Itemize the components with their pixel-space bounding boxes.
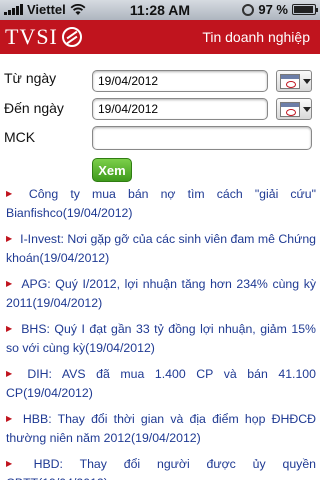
news-item[interactable]: ▶ I-Invest: Nơi gặp gỡ của các sinh viên … [6, 229, 316, 268]
view-button[interactable]: Xem [92, 158, 132, 182]
calendar-icon [280, 101, 300, 117]
rotation-lock-icon [242, 3, 255, 16]
from-date-label: Từ ngày [4, 70, 57, 86]
news-item[interactable]: ▶ Công ty mua bán nợ tìm cách "giải cứu" … [6, 184, 316, 223]
from-date-calendar-button[interactable] [276, 70, 312, 92]
logo[interactable]: TVSI [0, 20, 92, 54]
news-item[interactable]: ▶ HBB: Thay đổi thời gian và địa điểm họp… [6, 409, 316, 448]
bullet-icon: ▶ [6, 189, 21, 198]
calendar-icon [280, 73, 300, 89]
logo-text: TVSI [5, 24, 58, 49]
news-item-text: BHS: Quý I đạt gần 33 tỷ đồng lợi nhuận,… [6, 322, 316, 355]
mck-label: MCK [4, 129, 36, 145]
bullet-icon: ▶ [6, 369, 20, 378]
bullet-icon: ▶ [6, 414, 15, 423]
news-item-text: I-Invest: Nơi gặp gỡ của các sinh viên đ… [6, 232, 316, 265]
to-date-label: Đến ngày [4, 100, 64, 116]
chevron-down-icon [303, 106, 311, 112]
from-date-field[interactable]: 19/04/2012 [92, 70, 268, 92]
bullet-icon: ▶ [6, 459, 26, 468]
battery-percent: 97 % [258, 2, 288, 17]
bullet-icon: ▶ [6, 234, 13, 243]
mck-input[interactable] [92, 126, 312, 150]
battery-icon [292, 4, 318, 15]
status-bar: Viettel 11:28 AM 97 % [0, 0, 320, 20]
app-header: TVSI Tin doanh nghiệp [0, 20, 320, 54]
news-item[interactable]: ▶ APG: Quý I/2012, lợi nhuận tăng hơn 234… [6, 274, 316, 313]
news-item-text: APG: Quý I/2012, lợi nhuận tăng hơn 234%… [6, 277, 316, 310]
news-item[interactable]: ▶ BHS: Quý I đạt gần 33 tỷ đồng lợi nhuận… [6, 319, 316, 358]
battery-level [294, 6, 314, 13]
page-title: Tin doanh nghiệp [202, 29, 310, 45]
bullet-icon: ▶ [6, 324, 14, 333]
logo-mark-icon [61, 27, 82, 47]
bullet-icon: ▶ [6, 279, 14, 288]
to-date-field[interactable]: 19/04/2012 [92, 98, 268, 120]
news-item[interactable]: ▶ DIH: AVS đã mua 1.400 CP và bán 41.100 … [6, 364, 316, 403]
news-item-text: DIH: AVS đã mua 1.400 CP và bán 41.100 C… [6, 367, 316, 400]
news-list: ▶ Công ty mua bán nợ tìm cách "giải cứu" … [6, 184, 316, 480]
news-item-text: HBD: Thay đổi người được ủy quyền CBTT(1… [6, 457, 316, 480]
news-item[interactable]: ▶HBD: Thay đổi người được ủy quyền CBTT(… [6, 454, 316, 480]
news-item-text: HBB: Thay đổi thời gian và địa điểm họp … [6, 412, 317, 445]
to-date-calendar-button[interactable] [276, 98, 312, 120]
chevron-down-icon [303, 78, 311, 84]
news-item-text: Công ty mua bán nợ tìm cách "giải cứu" B… [6, 187, 316, 220]
